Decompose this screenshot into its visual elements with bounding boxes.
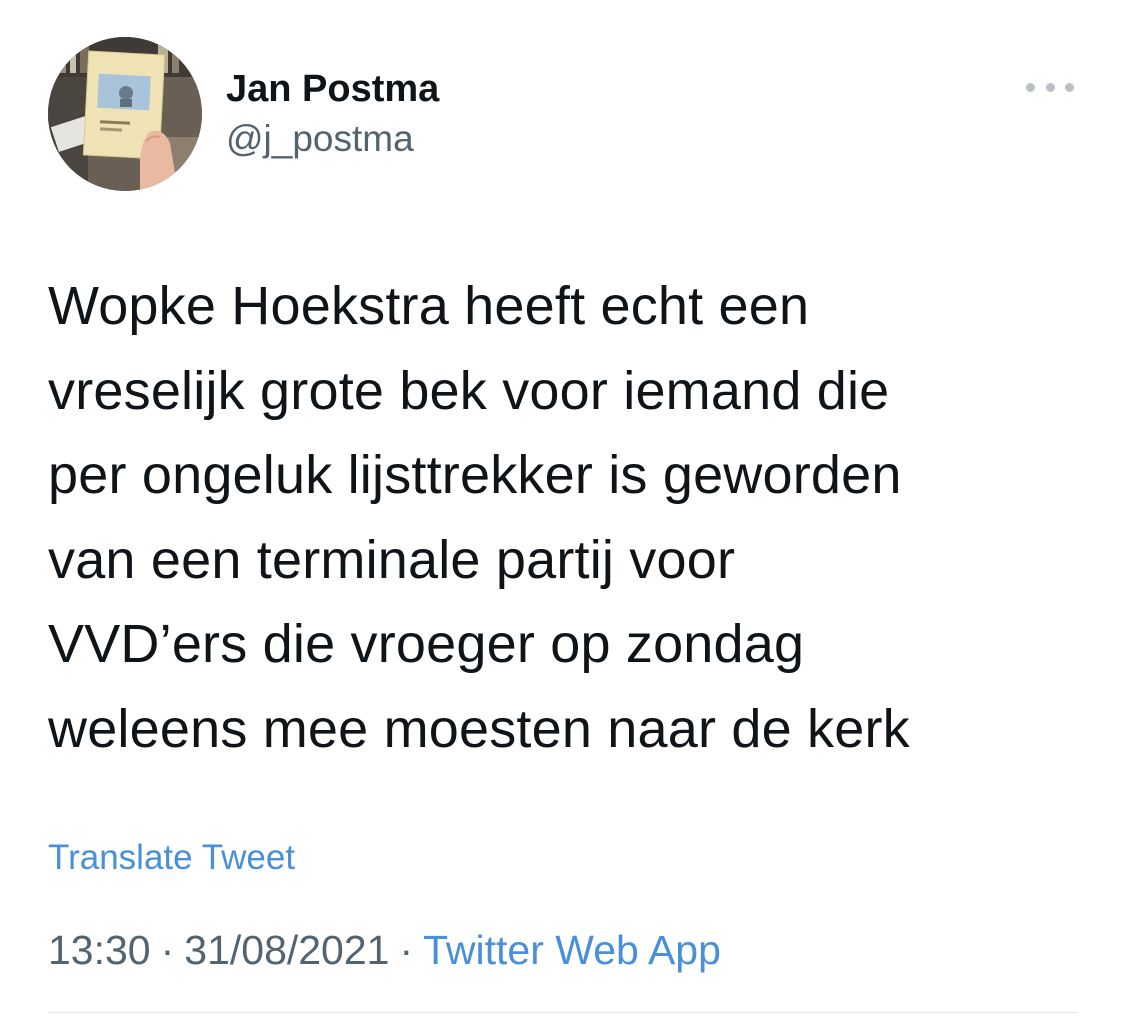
tweet-text: Wopke Hoekstra heeft echt een vreselijk … — [48, 276, 910, 759]
author-display-name[interactable]: Jan Postma — [226, 66, 439, 112]
tweet-time[interactable]: 13:30 — [48, 927, 151, 973]
avatar-photo — [48, 37, 202, 191]
avatar[interactable] — [48, 37, 202, 191]
author-info: Jan Postma @j_postma — [226, 66, 439, 162]
more-dot — [1045, 82, 1055, 92]
meta-separator: · — [399, 927, 414, 973]
tweet-date[interactable]: 31/08/2021 — [184, 927, 389, 973]
author-handle[interactable]: @j_postma — [226, 116, 439, 162]
more-dot — [1026, 82, 1035, 92]
translate-tweet-link[interactable]: Translate Tweet — [48, 836, 295, 880]
tweet-meta: 13:30 · 31/08/2021 · Twitter Web App — [48, 924, 721, 976]
more-dot — [1065, 82, 1074, 92]
tweet-detail: Jan Postma @j_postma Wopke Hoekstra heef… — [0, 0, 1125, 1021]
more-horizontal-icon[interactable] — [1026, 74, 1074, 100]
meta-separator: · — [160, 927, 175, 973]
divider — [48, 1012, 1078, 1013]
tweet-source-link[interactable]: Twitter Web App — [423, 927, 721, 973]
